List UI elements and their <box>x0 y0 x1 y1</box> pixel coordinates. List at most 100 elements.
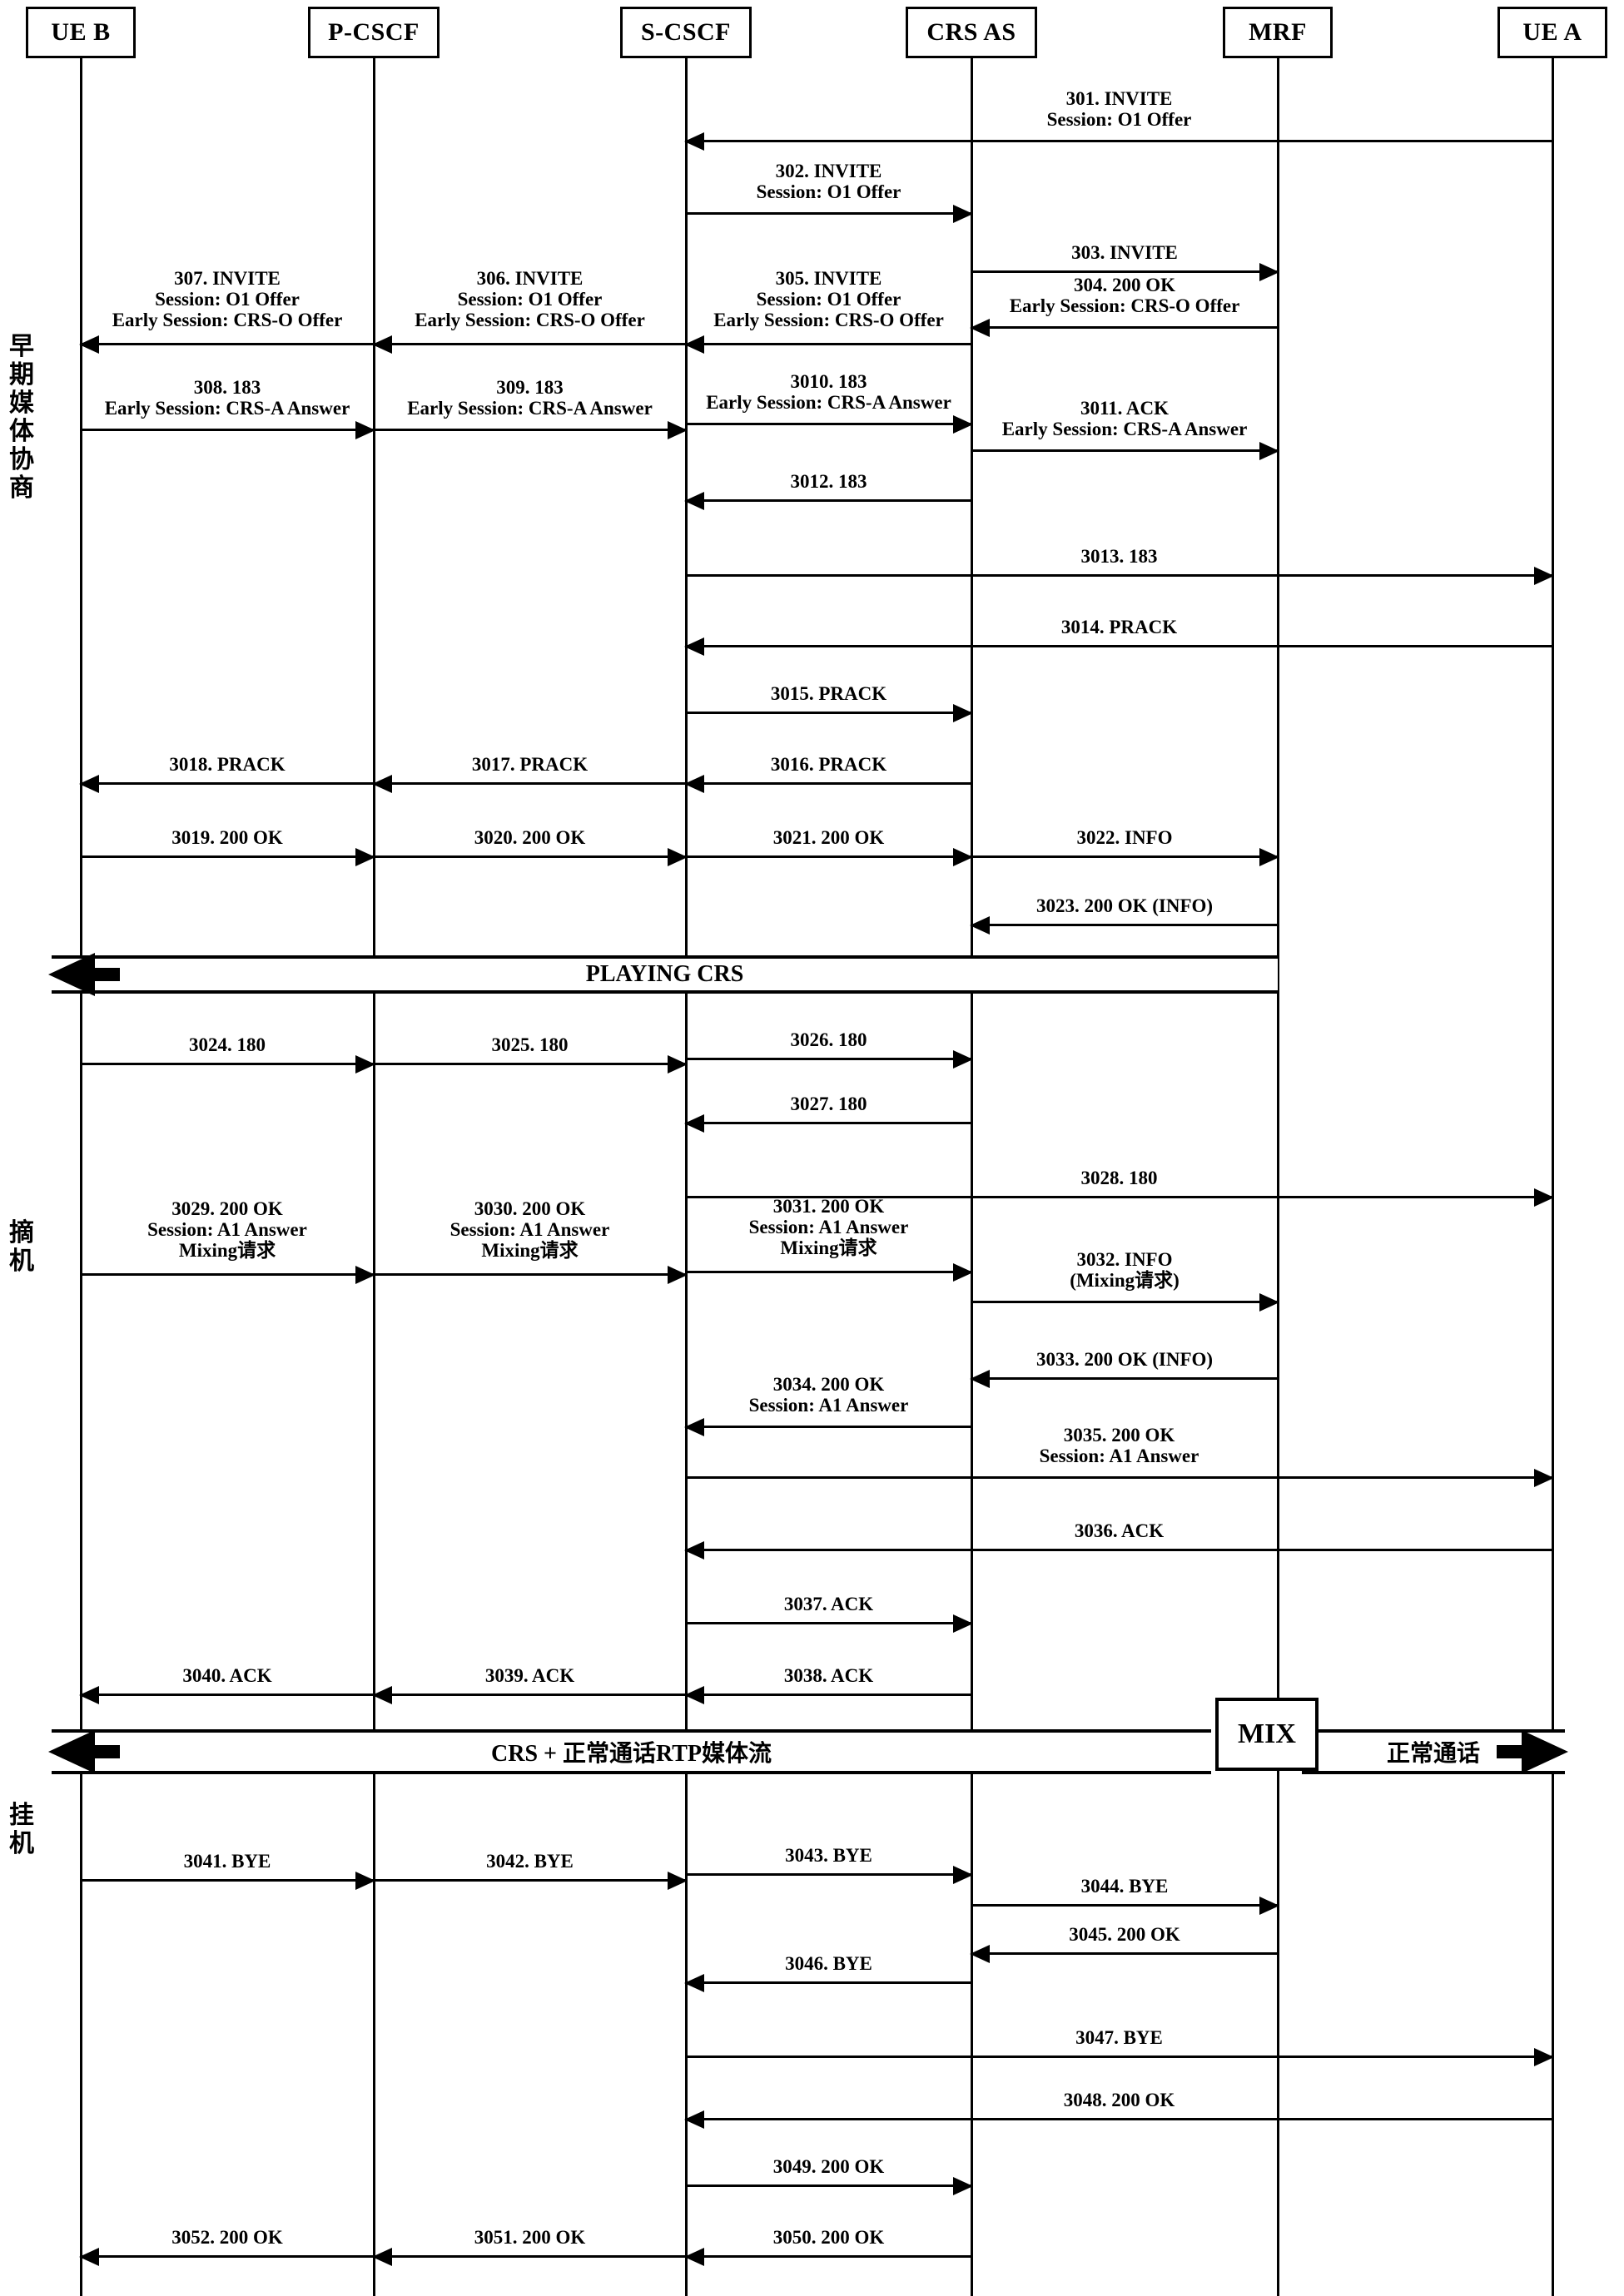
message-label-line: Session: O1 Offer <box>756 181 901 202</box>
media-bar-playing-crs: PLAYING CRS <box>48 953 1278 996</box>
actor-box-crsas: CRS AS <box>906 7 1037 58</box>
message-label-3030: 3030. 200 OK Session: A1 Answer Mixing请求 <box>374 1198 686 1261</box>
arrowhead-icon <box>668 1872 688 1890</box>
message-line <box>686 1271 971 1273</box>
message-label-3031: 3031. 200 OK Session: A1 Answer Mixing请求 <box>686 1196 971 1258</box>
message-line <box>686 1058 971 1060</box>
message-label-3038: 3038. ACK <box>686 1665 971 1686</box>
message-label-3052: 3052. 200 OK <box>81 2227 374 2248</box>
message-line <box>686 140 1552 142</box>
message-label-line: 3014. PRACK <box>1060 617 1178 637</box>
message-label-line: 3023. 200 OK (INFO) <box>1035 895 1214 916</box>
actor-box-mrf: MRF <box>1223 7 1333 58</box>
message-label-line: 3010. 183 <box>790 371 867 392</box>
arrowhead-icon <box>372 335 392 354</box>
message-label-3027: 3027. 180 <box>686 1093 971 1114</box>
message-label-304: 304. 200 OK Early Session: CRS-O Offer <box>971 275 1278 316</box>
phase-label-char: 体 <box>9 418 34 445</box>
message-label-line: 3013. 183 <box>1080 546 1158 567</box>
message-label-line: 3012. 183 <box>790 471 867 492</box>
message-label-line: Early Session: CRS-O Offer <box>1009 295 1240 316</box>
message-label-line: Early Session: CRS-O Offer <box>713 310 944 330</box>
message-label-line: Early Session: CRS-A Answer <box>1001 419 1248 439</box>
message-label-line: Session: O1 Offer <box>1046 109 1192 130</box>
message-label-line: 308. 183 <box>193 377 261 398</box>
arrowhead-icon <box>1534 567 1554 585</box>
arrowhead-icon <box>684 335 704 354</box>
arrowhead-icon <box>1534 1469 1554 1487</box>
message-line <box>686 343 971 345</box>
message-label-303: 303. INVITE <box>971 242 1278 263</box>
message-line <box>971 1952 1278 1955</box>
phase-label-early-media: 早期媒体协商 <box>5 333 38 503</box>
phase-label-char: 挂 <box>9 1802 34 1829</box>
mix-box: MIX <box>1215 1698 1319 1771</box>
message-label-line: 3039. ACK <box>484 1665 575 1686</box>
message-label-3035: 3035. 200 OK Session: A1 Answer <box>686 1425 1552 1466</box>
message-label-3050: 3050. 200 OK <box>686 2227 971 2248</box>
media-bar-crs-rtp: CRS + 正常通话RTP媒体流 <box>48 1729 1211 1774</box>
message-line <box>81 1879 374 1882</box>
message-line <box>971 924 1278 926</box>
message-label-line: 3032. INFO <box>1076 1249 1173 1270</box>
message-label-line: 3052. 200 OK <box>171 2227 283 2248</box>
actor-box-scscf: S-CSCF <box>620 7 752 58</box>
message-label-line: 3021. 200 OK <box>772 827 885 848</box>
message-label-3040: 3040. ACK <box>81 1665 374 1686</box>
message-label-308: 308. 183 Early Session: CRS-A Answer <box>81 377 374 419</box>
arrowhead-icon <box>684 2248 704 2266</box>
media-bar-label: PLAYING CRS <box>585 961 744 987</box>
arrowhead-icon <box>372 2248 392 2266</box>
message-label-line: Mixing请求 <box>178 1240 276 1261</box>
arrowhead-icon <box>372 1686 392 1704</box>
message-line <box>686 645 1552 647</box>
arrowhead-icon <box>79 2248 99 2266</box>
arrowhead-icon <box>953 1050 973 1069</box>
message-label-line: 3026. 180 <box>790 1029 867 1050</box>
message-label-line: 3022. INFO <box>1076 827 1173 848</box>
message-label-line: 3044. BYE <box>1080 1876 1169 1897</box>
message-label-line: 306. INVITE <box>476 268 584 289</box>
message-label-line: 3025. 180 <box>491 1034 569 1055</box>
message-label-line: 3030. 200 OK <box>474 1198 586 1219</box>
media-bar-normal-call: 正常通话 <box>1302 1729 1568 1774</box>
message-label-line: 301. INVITE <box>1065 88 1173 109</box>
arrowhead-icon <box>970 319 990 337</box>
message-label-line: 3045. 200 OK <box>1069 1924 1180 1945</box>
message-line <box>971 270 1278 273</box>
message-line <box>686 2184 971 2187</box>
arrowhead-icon <box>953 1866 973 1884</box>
phase-label-char: 早 <box>9 333 34 360</box>
message-label-line: 3048. 200 OK <box>1063 2090 1175 2110</box>
phase-label-off-hook: 摘机 <box>5 1219 38 1276</box>
message-line <box>686 212 971 215</box>
message-label-line: 3027. 180 <box>790 1093 867 1114</box>
message-line <box>686 423 971 425</box>
arrowhead-icon <box>668 1266 688 1284</box>
message-line <box>971 1377 1278 1380</box>
message-label-3014: 3014. PRACK <box>686 617 1552 637</box>
message-label-3051: 3051. 200 OK <box>374 2227 686 2248</box>
message-label-line: 3024. 180 <box>189 1034 266 1055</box>
message-label-306: 306. INVITE Session: O1 Offer Early Sessio… <box>374 268 686 330</box>
message-line <box>686 499 971 502</box>
message-line <box>686 1549 1552 1551</box>
message-line <box>374 2255 686 2258</box>
arrowhead-icon <box>79 335 99 354</box>
message-label-3043: 3043. BYE <box>686 1845 971 1866</box>
message-label-3016: 3016. PRACK <box>686 754 971 775</box>
message-label-line: Early Session: CRS-A Answer <box>706 392 951 413</box>
message-label-line: 3041. BYE <box>183 1851 271 1872</box>
message-label-line: 3015. PRACK <box>770 683 887 704</box>
message-line <box>81 782 374 785</box>
message-line <box>81 429 374 431</box>
message-label-line: Early Session: CRS-O Offer <box>415 310 645 330</box>
message-label-305: 305. INVITE Session: O1 Offer Early Sessio… <box>686 268 971 330</box>
arrowhead-icon <box>668 1055 688 1074</box>
arrowhead-icon <box>1534 2048 1554 2066</box>
message-label-line: 3031. 200 OK <box>772 1196 885 1217</box>
message-label-line: 3050. 200 OK <box>772 2227 885 2248</box>
message-label-3049: 3049. 200 OK <box>686 2156 971 2177</box>
arrowhead-icon <box>355 1872 375 1890</box>
message-label-3020: 3020. 200 OK <box>374 827 686 848</box>
